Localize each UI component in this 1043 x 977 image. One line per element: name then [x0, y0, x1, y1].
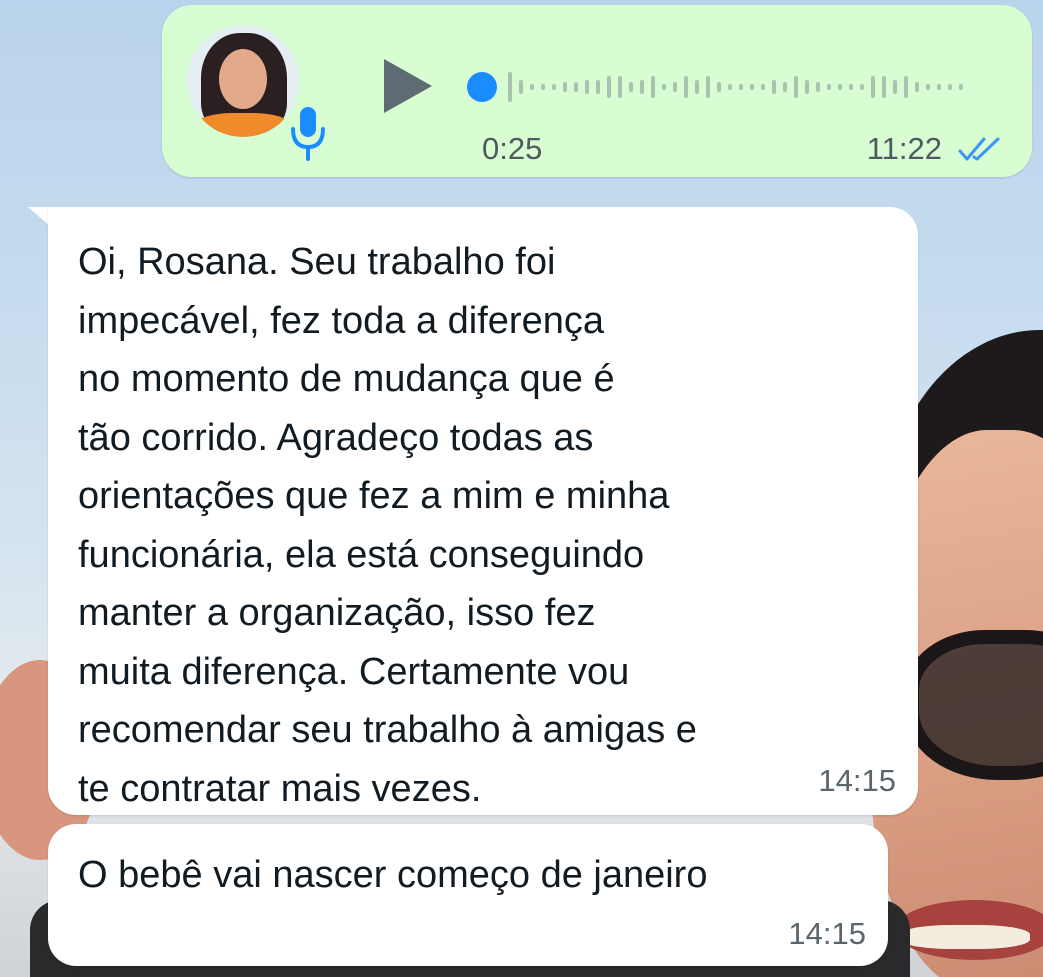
waveform-bar [871, 76, 875, 98]
audio-waveform-slider[interactable] [462, 65, 992, 109]
waveform-bar [563, 82, 567, 92]
voice-duration: 0:25 [482, 131, 543, 166]
waveform-bar [596, 80, 600, 94]
incoming-message-bubble[interactable]: O bebê vai nascer começo de janeiro 14:1… [48, 824, 888, 966]
waveform-bar [684, 76, 688, 98]
waveform-bar [739, 84, 743, 90]
waveform-bar [552, 84, 556, 90]
waveform-bar [761, 84, 765, 90]
microphone-icon [291, 107, 325, 161]
waveform-bar [651, 76, 655, 98]
waveform-bar [530, 84, 534, 90]
waveform-bar [750, 84, 754, 90]
waveform-bar [805, 80, 809, 94]
waveform-bar [662, 84, 666, 90]
message-timestamp: 11:22 [866, 131, 942, 166]
waveform-bar [541, 84, 545, 90]
waveform-bar [926, 84, 930, 90]
waveform-bar [607, 76, 611, 98]
waveform-bar [893, 80, 897, 94]
waveform-bar [629, 82, 633, 92]
playback-position-handle[interactable] [467, 72, 497, 102]
waveform-bar [860, 84, 864, 90]
incoming-message-bubble[interactable]: Oi, Rosana. Seu trabalho foi impecável, … [48, 207, 918, 815]
waveform-bar [673, 82, 677, 92]
waveform-bar [816, 82, 820, 92]
message-text: Oi, Rosana. Seu trabalho foi impecável, … [78, 241, 697, 810]
waveform-bar [574, 82, 578, 92]
waveform-bar [838, 84, 842, 90]
message-timestamp: 14:15 [788, 916, 866, 951]
waveform-bar [508, 72, 512, 102]
avatar-face [219, 49, 267, 109]
waveform-bar [882, 76, 886, 98]
message-timestamp: 14:15 [818, 763, 896, 798]
waveform-bar [640, 80, 644, 94]
avatar-clothing [191, 113, 295, 137]
voice-message-bubble[interactable]: 0:25 11:22 [162, 5, 1032, 177]
sender-avatar[interactable] [187, 25, 299, 137]
waveform-bar [937, 84, 941, 90]
waveform-bar [959, 84, 963, 90]
waveform-bar [904, 76, 908, 98]
waveform-bar [695, 80, 699, 94]
waveform-bar [585, 80, 589, 94]
waveform-bar [783, 82, 787, 92]
waveform-bar [794, 76, 798, 98]
wallpaper-photo-teeth [900, 925, 1030, 949]
waveform-bar [948, 84, 952, 90]
waveform-bar [772, 80, 776, 94]
waveform-bar [915, 82, 919, 92]
waveform-bar [827, 84, 831, 90]
double-check-icon [958, 137, 1000, 161]
waveform-bar [717, 82, 721, 92]
waveform-bar [728, 84, 732, 90]
waveform-bar [618, 76, 622, 98]
waveform-bar [519, 80, 523, 94]
waveform-bar [849, 84, 853, 90]
play-icon[interactable] [380, 57, 434, 115]
message-text: O bebê vai nascer começo de janeiro [78, 854, 708, 896]
waveform-bar [706, 76, 710, 98]
